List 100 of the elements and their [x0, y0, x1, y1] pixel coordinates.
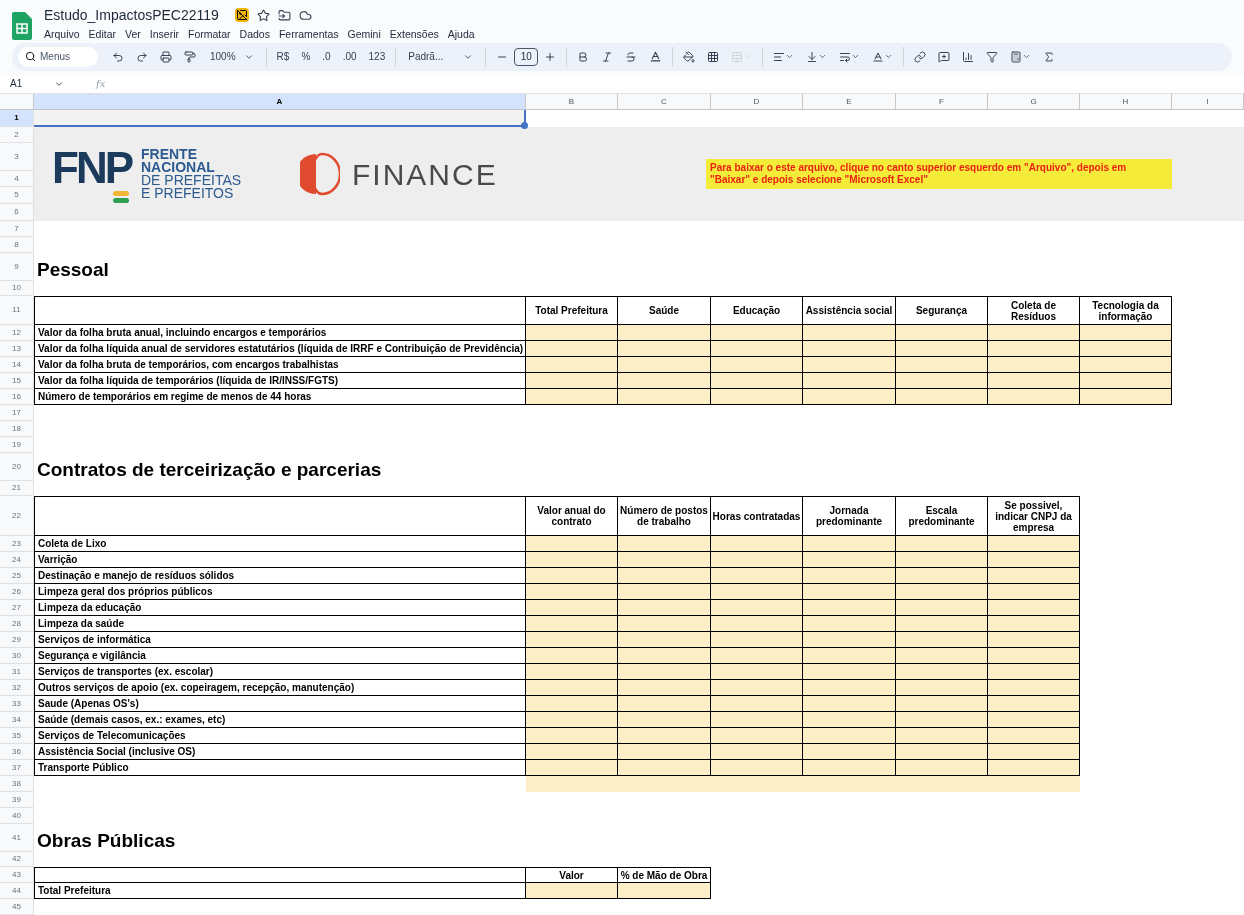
row-header[interactable]: 42	[0, 852, 34, 867]
input-cell[interactable]	[896, 373, 988, 389]
font-dropdown[interactable]: Padrã...	[400, 49, 482, 65]
input-cell[interactable]	[618, 389, 711, 405]
input-cell[interactable]	[803, 536, 896, 552]
input-cell[interactable]	[526, 648, 618, 664]
input-cell[interactable]	[803, 696, 896, 712]
input-cell[interactable]	[803, 712, 896, 728]
input-cell[interactable]	[711, 680, 803, 696]
image-off-icon[interactable]	[234, 8, 249, 22]
row-header[interactable]: 16	[0, 389, 34, 405]
row-header[interactable]: 32	[0, 680, 34, 696]
input-cell[interactable]	[618, 712, 711, 728]
input-cell[interactable]	[618, 616, 711, 632]
input-cell[interactable]	[526, 568, 618, 584]
fill-handle[interactable]	[521, 122, 528, 129]
row-header[interactable]: 24	[0, 552, 34, 568]
input-cell[interactable]	[803, 680, 896, 696]
name-box[interactable]: A1	[10, 76, 80, 92]
menu-item[interactable]: Formatar	[188, 27, 231, 43]
input-cell[interactable]	[896, 664, 988, 680]
input-cell[interactable]	[988, 373, 1080, 389]
input-cell[interactable]	[618, 744, 711, 760]
input-cell[interactable]	[803, 760, 896, 776]
input-cell[interactable]	[896, 389, 988, 405]
row-header[interactable]: 17	[0, 405, 34, 421]
currency-button[interactable]: R$	[270, 44, 296, 69]
input-cell[interactable]	[988, 680, 1080, 696]
input-cell[interactable]	[988, 568, 1080, 584]
input-cell[interactable]	[618, 552, 711, 568]
row-header[interactable]: 34	[0, 712, 34, 728]
input-cell[interactable]	[526, 712, 618, 728]
row-header[interactable]: 29	[0, 632, 34, 648]
input-cell[interactable]	[711, 584, 803, 600]
input-cell[interactable]	[618, 680, 711, 696]
column-header[interactable]: I	[1172, 94, 1244, 109]
input-cell[interactable]	[896, 584, 988, 600]
row-header[interactable]: 5	[0, 187, 34, 204]
star-icon[interactable]	[256, 8, 270, 22]
input-cell[interactable]	[896, 648, 988, 664]
input-cell[interactable]	[896, 536, 988, 552]
input-cell[interactable]	[618, 648, 711, 664]
input-cell[interactable]	[711, 760, 803, 776]
row-header[interactable]: 9	[0, 253, 34, 281]
input-cell[interactable]	[988, 760, 1080, 776]
input-cell[interactable]	[618, 728, 711, 744]
menu-item[interactable]: Arquivo	[44, 27, 80, 43]
input-cell[interactable]	[803, 357, 896, 373]
document-title[interactable]: Estudo_ImpactosPEC22119	[44, 6, 219, 24]
input-cell[interactable]	[988, 584, 1080, 600]
column-header[interactable]: F	[896, 94, 988, 109]
input-cell[interactable]	[711, 712, 803, 728]
row-header[interactable]: 1	[0, 110, 34, 127]
input-cell[interactable]	[711, 696, 803, 712]
input-cell[interactable]	[618, 568, 711, 584]
selected-cell[interactable]	[34, 110, 526, 127]
input-cell[interactable]	[526, 325, 618, 341]
row-header[interactable]: 10	[0, 281, 34, 296]
row-header[interactable]: 3	[0, 143, 34, 171]
row-header[interactable]: 35	[0, 728, 34, 744]
number-format-button[interactable]: 123	[362, 44, 392, 69]
input-cell[interactable]	[803, 341, 896, 357]
input-cell[interactable]	[803, 664, 896, 680]
input-cell[interactable]	[1080, 373, 1172, 389]
row-header[interactable]: 38	[0, 776, 34, 792]
row-header[interactable]: 37	[0, 760, 34, 776]
menu-item[interactable]: Ajuda	[447, 27, 475, 43]
input-cell[interactable]	[1080, 341, 1172, 357]
input-cell[interactable]	[618, 600, 711, 616]
input-cell[interactable]	[711, 536, 803, 552]
row-header[interactable]: 27	[0, 600, 34, 616]
input-cell[interactable]	[896, 616, 988, 632]
input-cell[interactable]	[711, 568, 803, 584]
input-cell[interactable]	[618, 760, 711, 776]
row-header[interactable]: 6	[0, 204, 34, 221]
column-header[interactable]: D	[711, 94, 803, 109]
row-header[interactable]: 19	[0, 437, 34, 453]
input-cell[interactable]	[711, 552, 803, 568]
input-cell[interactable]	[711, 600, 803, 616]
input-cell[interactable]	[803, 728, 896, 744]
input-cell[interactable]	[896, 632, 988, 648]
input-cell[interactable]	[988, 744, 1080, 760]
row-header[interactable]: 26	[0, 584, 34, 600]
input-cell[interactable]	[711, 632, 803, 648]
input-cell[interactable]	[526, 552, 618, 568]
sheets-logo-icon[interactable]	[12, 12, 32, 40]
input-cell[interactable]	[526, 696, 618, 712]
row-header[interactable]: 12	[0, 325, 34, 341]
input-cell[interactable]	[803, 389, 896, 405]
input-cell[interactable]	[896, 341, 988, 357]
row-header[interactable]: 18	[0, 421, 34, 437]
input-cell[interactable]	[988, 632, 1080, 648]
menu-item[interactable]: Extensões	[389, 27, 439, 43]
row-header[interactable]: 43	[0, 867, 34, 883]
decrease-decimals-button[interactable]: .0	[316, 44, 337, 69]
column-header[interactable]: B	[526, 94, 618, 109]
input-cell[interactable]	[988, 648, 1080, 664]
input-cell[interactable]	[1080, 325, 1172, 341]
input-cell[interactable]	[711, 664, 803, 680]
input-cell[interactable]	[896, 357, 988, 373]
